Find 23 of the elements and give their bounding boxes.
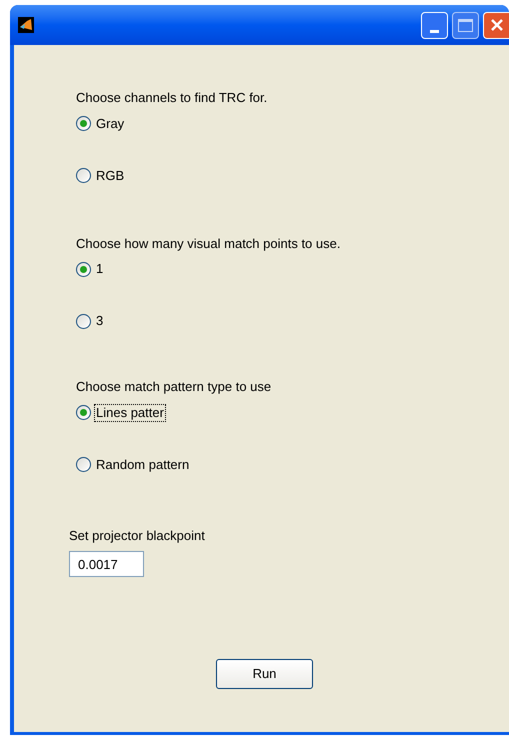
radio-label: RGB <box>95 168 126 184</box>
blackpoint-field[interactable]: 0.0017 <box>69 551 144 577</box>
radio-label: Random pattern <box>95 456 190 472</box>
radio-button[interactable] <box>76 314 91 328</box>
prompt-label: Choose channels to find TRC for. <box>76 89 268 107</box>
radio-label: Lines patter <box>95 404 165 420</box>
radio-button[interactable] <box>76 116 91 131</box>
close-button[interactable] <box>483 12 509 38</box>
radio-button[interactable] <box>76 262 91 276</box>
prompt-label: Choose how many visual match points to use. <box>76 234 340 253</box>
radio-button[interactable] <box>76 405 91 420</box>
run-button[interactable]: Run <box>216 659 313 689</box>
blackpoint-label: Set projector blackpoint <box>69 526 205 545</box>
radio-button[interactable] <box>76 168 91 183</box>
prompt-label: Choose match pattern type to use <box>76 378 272 396</box>
app-logo-icon <box>18 17 34 33</box>
close-icon <box>490 18 504 32</box>
minimize-button[interactable] <box>421 12 448 38</box>
radio-button[interactable] <box>76 457 91 472</box>
radio-label: Gray <box>95 116 126 132</box>
radio-label: 3 <box>95 313 104 329</box>
radio-label: 1 <box>95 261 104 277</box>
maximize-button[interactable] <box>452 12 479 38</box>
